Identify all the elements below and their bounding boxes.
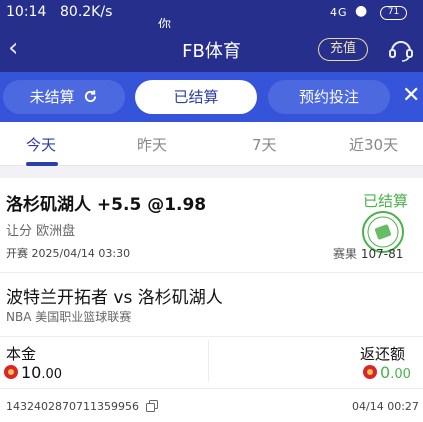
active-tab-indicator bbox=[26, 162, 58, 166]
start-time-label: 开赛 bbox=[6, 247, 28, 260]
coin-icon bbox=[4, 365, 18, 379]
network-speed: 80.2K/s bbox=[60, 4, 113, 20]
refund-int: 0 bbox=[380, 363, 391, 382]
tab-today[interactable]: 今天 bbox=[26, 134, 56, 155]
divider bbox=[0, 336, 423, 337]
match-title: 波特兰开拓者 vs 洛杉矶湖人 bbox=[6, 288, 223, 308]
filter-unsettled[interactable]: 未结算 bbox=[3, 80, 125, 114]
order-time: 04/14 00:27 bbox=[352, 400, 419, 413]
battery-icon: 71 bbox=[380, 6, 407, 20]
filter-settled[interactable]: 已结算 bbox=[135, 80, 257, 114]
signal-icon: 4G bbox=[330, 6, 348, 19]
match-result: 赛果 107-81 bbox=[333, 245, 403, 262]
result-label: 赛果 bbox=[333, 247, 358, 261]
date-tabs: 今天 昨天 7天 近30天 bbox=[0, 122, 423, 166]
tab-7-days[interactable]: 7天 bbox=[252, 134, 277, 155]
tab-yesterday[interactable]: 昨天 bbox=[137, 134, 167, 155]
refund-label: 返还额 bbox=[360, 345, 406, 363]
principal-dec: .00 bbox=[41, 367, 63, 382]
wifi-icon: ● bbox=[355, 3, 368, 19]
filter-reserved[interactable]: 预约投注 bbox=[268, 80, 390, 114]
copy-icon[interactable] bbox=[146, 400, 159, 412]
bet-selection: 洛杉矶湖人 +5.5 @1.98 bbox=[6, 195, 207, 215]
bet-record-card[interactable]: 洛杉矶湖人 +5.5 @1.98 已结算 让分 欧洲盘 开赛 2025/04/1… bbox=[0, 178, 423, 422]
app-header: ‹ FB体育 充值 bbox=[0, 28, 423, 72]
principal-label: 本金 bbox=[6, 345, 37, 363]
league-name: NBA 美国职业篮球联赛 bbox=[6, 310, 132, 324]
filter-unsettled-label: 未结算 bbox=[29, 88, 75, 106]
filter-bar: 未结算 已结算 预约投注 ✕ bbox=[0, 72, 423, 122]
refresh-icon[interactable] bbox=[83, 89, 98, 104]
divider bbox=[208, 340, 209, 382]
status-time: 10:14 bbox=[6, 4, 47, 20]
status-bar: 10:14 80.2K/s 你 4G ● 71 bbox=[0, 0, 423, 33]
principal-amount: 10.00 bbox=[4, 363, 62, 382]
tab-30-days[interactable]: 近30天 bbox=[349, 134, 398, 155]
divider bbox=[0, 388, 423, 389]
coin-icon bbox=[363, 365, 377, 379]
refund-dec: .00 bbox=[390, 367, 411, 382]
close-icon[interactable]: ✕ bbox=[402, 82, 420, 110]
principal-int: 10 bbox=[21, 363, 42, 382]
order-id-value: 1432402870711359956 bbox=[6, 400, 139, 413]
order-id: 1432402870711359956 bbox=[6, 400, 159, 413]
result-score: 107-81 bbox=[360, 247, 404, 261]
headset-icon[interactable] bbox=[388, 37, 414, 63]
divider bbox=[0, 272, 423, 273]
bet-type: 让分 欧洲盘 bbox=[6, 224, 76, 239]
start-time-value: 2025/04/14 03:30 bbox=[31, 247, 131, 260]
refund-amount: 0.00 bbox=[363, 363, 411, 382]
start-time: 开赛 2025/04/14 03:30 bbox=[6, 245, 130, 261]
recharge-button[interactable]: 充值 bbox=[318, 38, 368, 61]
status-badge: 已结算 bbox=[363, 192, 409, 210]
